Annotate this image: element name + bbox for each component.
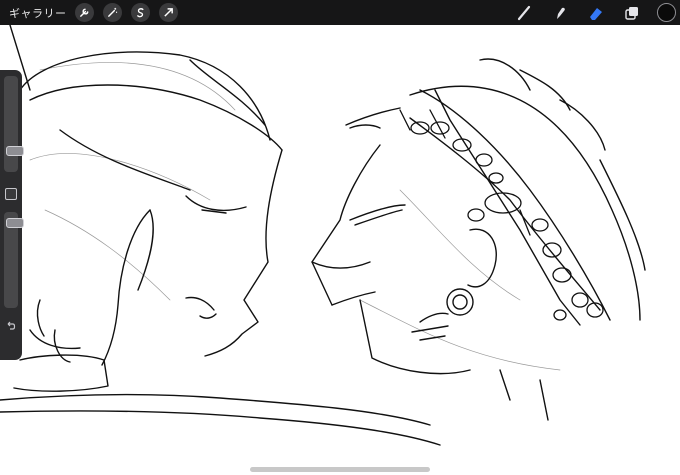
color-picker-swatch[interactable]: [657, 3, 676, 22]
eraser-icon[interactable]: [585, 2, 607, 24]
layers-icon[interactable]: [621, 2, 643, 24]
brush-icon[interactable]: [513, 2, 535, 24]
opacity-knob[interactable]: [6, 218, 24, 228]
wrench-icon[interactable]: [74, 3, 94, 22]
undo-icon[interactable]: [5, 320, 17, 332]
top-toolbar: ギャラリー: [0, 0, 680, 25]
drawing-canvas[interactable]: [0, 25, 680, 475]
right-character-lineart: [311, 58, 646, 421]
right-tools: [513, 0, 680, 25]
left-sidebar: [0, 70, 24, 360]
magic-wand-icon[interactable]: [102, 3, 122, 22]
smudge-icon[interactable]: [549, 2, 571, 24]
gallery-button[interactable]: ギャラリー: [9, 5, 67, 21]
home-indicator: [250, 467, 430, 472]
selection-s-icon[interactable]: [130, 3, 150, 22]
brush-size-slider[interactable]: [4, 76, 24, 172]
modify-button[interactable]: [5, 188, 17, 200]
headband-beads: [399, 109, 604, 321]
brush-size-knob[interactable]: [6, 146, 24, 156]
opacity-slider[interactable]: [4, 212, 24, 308]
transform-arrow-icon[interactable]: [158, 3, 178, 22]
left-character-lineart: [0, 25, 441, 446]
